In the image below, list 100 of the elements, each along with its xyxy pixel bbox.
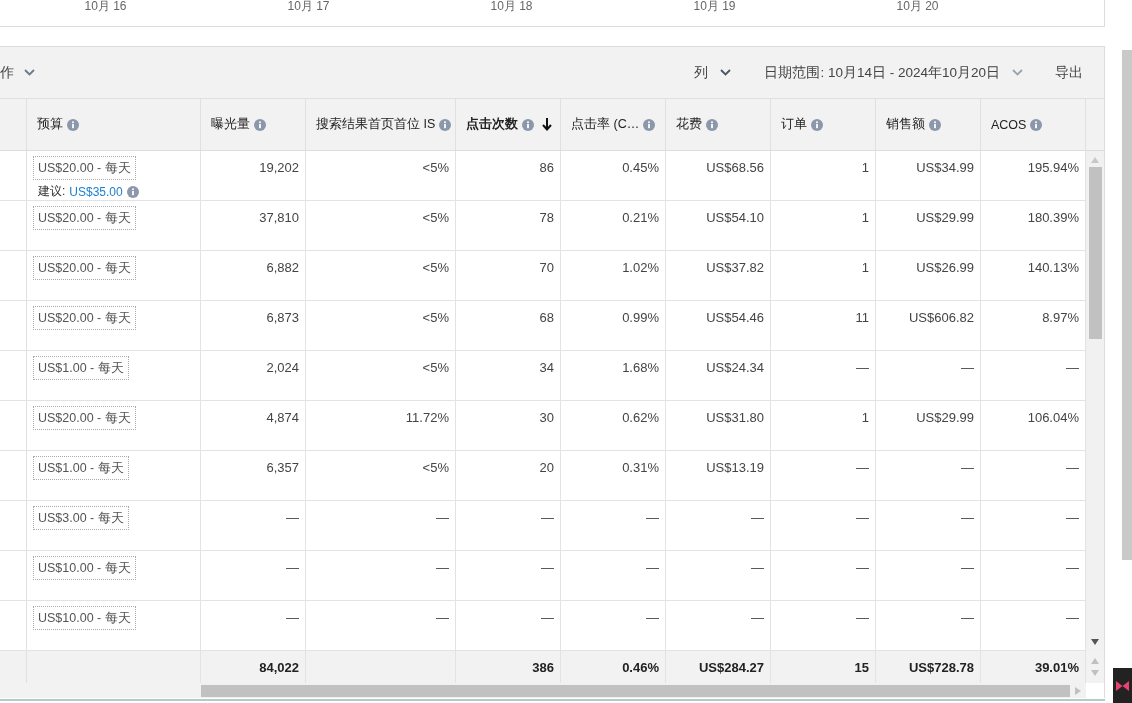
table-cell: 1 (771, 251, 876, 300)
logo-icon[interactable] (1113, 668, 1132, 703)
budget-field[interactable]: US$1.00 - 每天 (33, 456, 129, 480)
budget-field[interactable]: US$1.00 - 每天 (33, 356, 129, 380)
table-cell: 86 (456, 151, 561, 200)
table-cell: 30 (456, 401, 561, 450)
table-cell: — (456, 551, 561, 600)
info-icon (643, 118, 656, 131)
date-range-dropdown[interactable]: 日期范围: 10月14日 - 2024年10月20日 (764, 63, 1023, 82)
column-header[interactable]: 花费 (666, 99, 771, 150)
scrollbar-corner (1086, 683, 1104, 698)
table-cell: 78 (456, 201, 561, 250)
table-cell: — (771, 551, 876, 600)
info-icon (929, 118, 941, 131)
info-icon (439, 118, 452, 131)
table-cell: — (561, 501, 666, 550)
axis-label: 10月 17 (287, 0, 330, 13)
table-cell: — (561, 601, 666, 650)
table-cell: — (666, 501, 771, 550)
table-cell: US$29.99 (876, 201, 981, 250)
info-icon (67, 118, 79, 131)
table-cell: — (456, 501, 561, 550)
table-cell: — (306, 551, 456, 600)
table-cell: 6,873 (201, 301, 306, 350)
table-cell: US$37.82 (666, 251, 771, 300)
table-cell: <5% (306, 201, 456, 250)
scroll-up-icon[interactable] (1091, 157, 1099, 163)
table-cell: 1 (771, 201, 876, 250)
table-cell: 0.21% (561, 201, 666, 250)
column-header[interactable]: 曝光量 (201, 99, 306, 150)
table-cell: — (771, 351, 876, 400)
columns-dropdown[interactable]: 列 (694, 63, 732, 82)
table-cell: 1 (771, 401, 876, 450)
table-cell: 1 (771, 151, 876, 200)
actions-dropdown[interactable]: 作 (0, 63, 35, 82)
table-cell: — (876, 351, 981, 400)
chevron-down-icon (720, 69, 732, 76)
table-cell: US$26.99 (876, 251, 981, 300)
info-icon (811, 118, 823, 131)
table-cell: 11.72% (306, 401, 456, 450)
page-scrollbar-thumb[interactable] (1122, 50, 1132, 560)
table-cell: — (306, 601, 456, 650)
table-cell: US$34.99 (876, 151, 981, 200)
chevron-down-icon (24, 69, 35, 76)
scrollbar-thumb[interactable] (1088, 167, 1102, 339)
suggestion-label: 建议: (38, 183, 66, 200)
table-cell: — (876, 501, 981, 550)
axis-label: 10月 18 (490, 0, 533, 13)
arrow-down-icon (542, 118, 552, 131)
scroll-right-icon[interactable] (1075, 686, 1081, 695)
table-cell: 1.68% (561, 351, 666, 400)
table-cell: — (771, 601, 876, 650)
column-header[interactable]: ACOS (981, 99, 1086, 150)
column-header[interactable]: 订单 (771, 99, 876, 150)
axis-label: 10月 20 (896, 0, 939, 13)
table-cell: US$606.82 (876, 301, 981, 350)
table-cell: <5% (306, 351, 456, 400)
column-header[interactable]: 销售额 (876, 99, 981, 150)
info-icon (522, 118, 534, 131)
table-cell: — (201, 551, 306, 600)
export-button[interactable]: 导出 (1055, 63, 1083, 82)
budget-field[interactable]: US$3.00 - 每天 (33, 506, 129, 530)
table-cell: — (666, 551, 771, 600)
column-header[interactable]: 点击率 (C… (561, 99, 666, 150)
axis-label: 10月 16 (84, 0, 127, 13)
budget-field[interactable]: US$10.00 - 每天 (33, 556, 136, 580)
table-cell: US$31.80 (666, 401, 771, 450)
column-header[interactable]: 预算 (27, 99, 201, 150)
table-cell: 11 (771, 301, 876, 350)
table-cell: — (771, 501, 876, 550)
table-cell: 20 (456, 451, 561, 500)
scroll-down-icon[interactable] (1091, 639, 1099, 645)
table-cell: 34 (456, 351, 561, 400)
budget-field[interactable]: US$20.00 - 每天 (33, 156, 136, 180)
table-cell: <5% (306, 151, 456, 200)
table-cell: — (876, 551, 981, 600)
column-header[interactable]: 搜索结果首页首位 IS (306, 99, 456, 150)
budget-field[interactable]: US$20.00 - 每天 (33, 256, 136, 280)
table-cell: 6,882 (201, 251, 306, 300)
table-cell: 68 (456, 301, 561, 350)
suggested-budget-link[interactable]: US$35.00 (69, 184, 123, 199)
table-cell: — (876, 601, 981, 650)
info-icon (1030, 118, 1043, 131)
table-cell: US$24.34 (666, 351, 771, 400)
table-cell: 19,202 (201, 151, 306, 200)
table-cell: 70 (456, 251, 561, 300)
info-icon (706, 118, 718, 131)
column-header[interactable]: 点击次数 (456, 99, 561, 150)
table-cell: — (201, 601, 306, 650)
budget-field[interactable]: US$10.00 - 每天 (33, 606, 136, 630)
scroll-up-icon[interactable] (1091, 658, 1099, 664)
table-cell: US$54.46 (666, 301, 771, 350)
table-cell: <5% (306, 451, 456, 500)
table-cell: 0.99% (561, 301, 666, 350)
table-cell: US$13.19 (666, 451, 771, 500)
budget-field[interactable]: US$20.00 - 每天 (33, 406, 136, 430)
budget-field[interactable]: US$20.00 - 每天 (33, 206, 136, 230)
table-cell: US$68.56 (666, 151, 771, 200)
info-icon (126, 185, 139, 198)
budget-field[interactable]: US$20.00 - 每天 (33, 306, 136, 330)
